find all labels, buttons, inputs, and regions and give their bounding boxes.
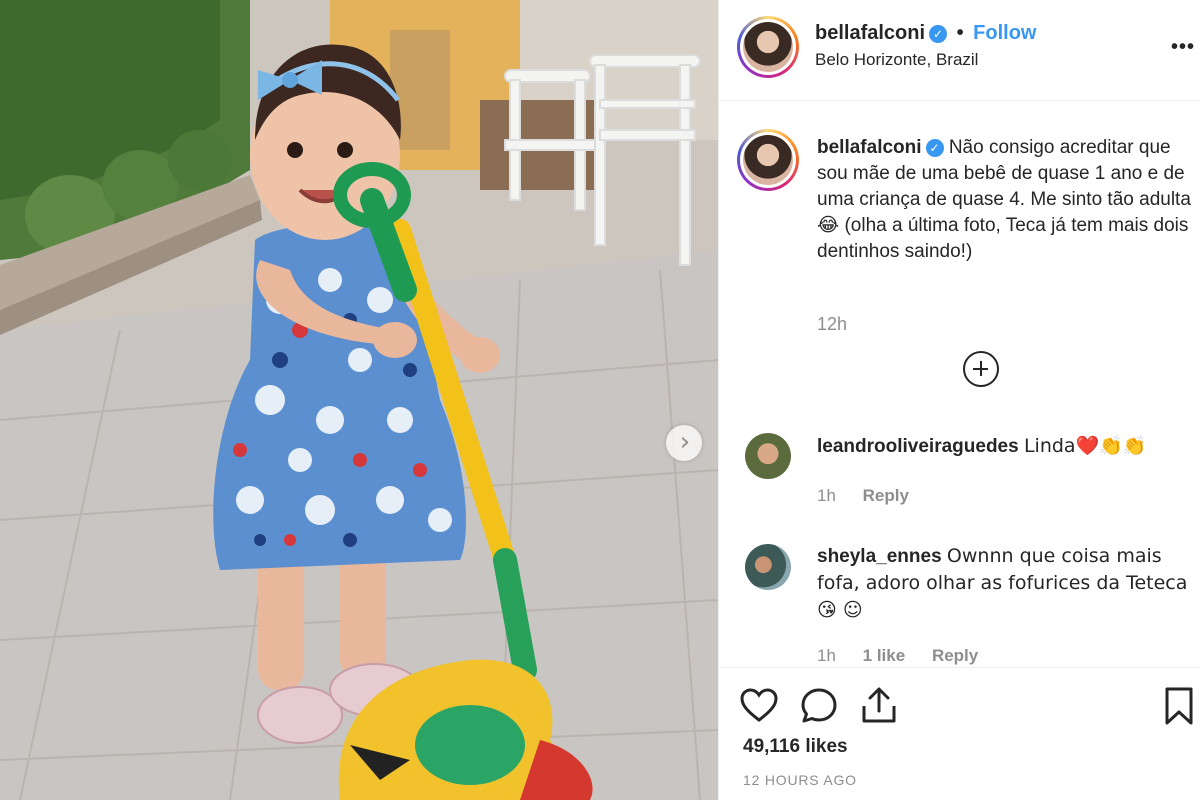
post-location[interactable]: Belo Horizonte, Brazil [815,50,978,70]
comment-meta: 1h 1 like Reply [817,646,978,666]
post-timestamp[interactable]: 12 HOURS AGO [743,772,857,788]
post-photo-illustration [0,0,718,800]
post-header: bellafalconi ✓ • Follow Belo Horizonte, B… [719,0,1200,101]
comment-timestamp[interactable]: 1h [817,646,836,665]
chevron-right-icon: › [679,426,691,457]
instagram-post-view: › bellafalconi ✓ • Follow Belo Horizonte,… [0,0,1200,800]
more-options-icon[interactable]: ••• [1171,36,1195,59]
comment-meta: 1h Reply [817,486,909,506]
share-icon[interactable] [859,686,899,726]
post-photo[interactable]: › [0,0,718,800]
caption-username[interactable]: bellafalconi [817,137,922,158]
comment-item: leandrooliveiraguedes Linda❤️👏👏 [817,433,1200,460]
post-side-panel: bellafalconi ✓ • Follow Belo Horizonte, B… [718,0,1200,800]
comment-likes[interactable]: 1 like [863,646,906,665]
plus-circle-icon[interactable] [963,351,999,387]
reply-button[interactable]: Reply [863,486,909,505]
next-photo-button[interactable]: › [666,425,702,461]
author-avatar[interactable] [737,16,799,78]
separator-dot: • [956,22,964,45]
author-line: bellafalconi ✓ • Follow [815,22,1037,45]
follow-button[interactable]: Follow [973,22,1036,44]
comment-text: Linda❤️👏👏 [1023,435,1147,457]
comment-username[interactable]: leandrooliveiraguedes [817,436,1019,457]
comment-username[interactable]: sheyla_ennes [817,546,942,567]
post-caption: bellafalconi ✓ Não consigo acreditar que … [817,135,1200,265]
author-username[interactable]: bellafalconi [815,22,925,44]
comment-timestamp[interactable]: 1h [817,486,836,505]
verified-icon: ✓ [925,138,944,157]
reply-button[interactable]: Reply [932,646,978,665]
heart-icon[interactable] [739,686,779,726]
verified-icon: ✓ [929,24,948,43]
commenter-avatar[interactable] [745,433,791,479]
bookmark-icon[interactable] [1159,686,1199,726]
caption-timestamp[interactable]: 12h [817,314,847,335]
likes-count[interactable]: 49,116 likes [743,736,848,758]
comment-icon[interactable] [799,686,839,726]
caption-author-avatar[interactable] [737,129,799,191]
post-actions: 49,116 likes 12 HOURS AGO [719,667,1200,800]
comment-item: sheyla_ennes Ownnn que coisa mais fofa, … [817,543,1200,624]
commenter-avatar[interactable] [745,544,791,590]
comments-section[interactable]: bellafalconi ✓ Não consigo acreditar que … [719,101,1200,667]
